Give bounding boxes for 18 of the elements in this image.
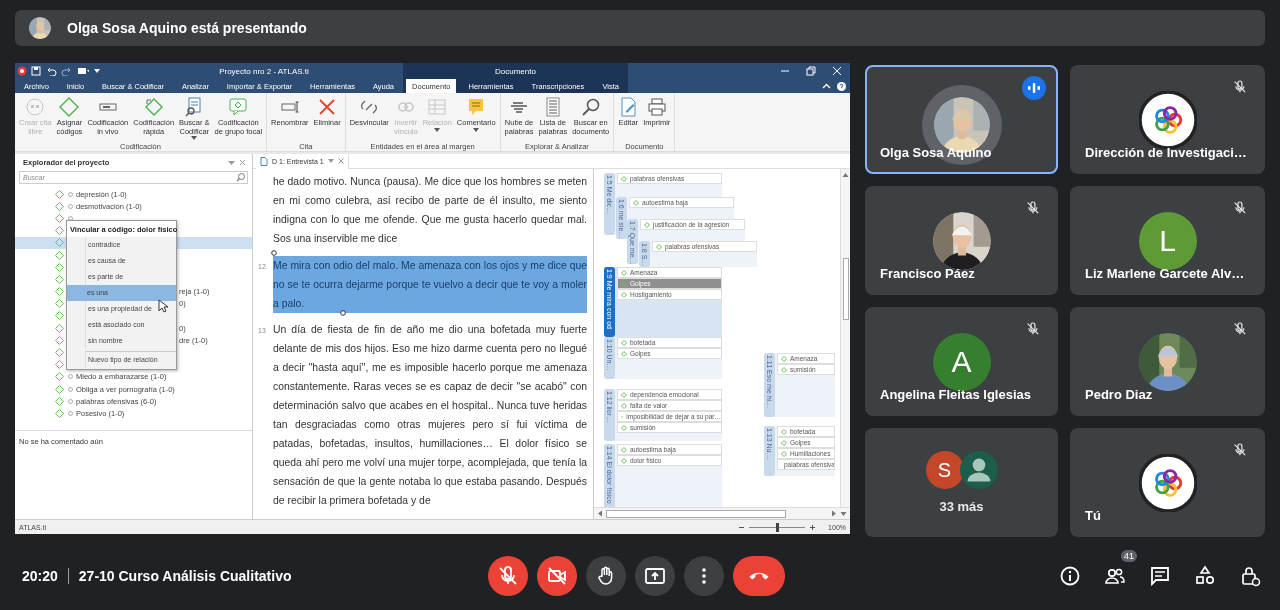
paragraph-text: Un día de fiesta de fin de año me dio una bofetada muy fuerte delante de mis dos hijos. Eso me hizo darme cuenta pero no llegué a decir "hasta aquí", me es imposible hacerlo porque me amenaza constantemente. Raras veces se es capaz de decir "se acabó" con determinación salvo que acabes en el hospital.. Nunca tuve heridas tan desgraciadas como otras mujeres pero sí fui víctima de patadas, bofetadas, insultos, humillaciones… El dolor físico se queda ahí pero me volví una mujer torpe, acomplejada, que tenía la sensación de que la gente notaba lo que estaba pasando. Después de recibir la primera bofetada y de [273, 323, 587, 508]
meeting-time: 20:20 [22, 567, 58, 584]
more-participants-count: 33 más [939, 499, 984, 514]
participant-name: Tú [1085, 508, 1101, 523]
meeting-title: 27-10 Curso Análisis Cualitativo [78, 567, 292, 584]
presenter-status-text: Olga Sosa Aquino está presentando [67, 20, 307, 36]
avatar-initial: A [932, 332, 991, 391]
count-badge: 41 [1121, 549, 1137, 562]
avatar-initial: S [925, 451, 964, 489]
avatar-initial: L [1138, 211, 1197, 270]
context-tab-group-title: Documento [495, 66, 536, 76]
participant-name: Olga Sosa Aquino [880, 145, 992, 160]
window-title: Proyecto nro 2 - ATLAS.ti [219, 66, 309, 76]
participant-name: Francisco Páez [880, 266, 975, 281]
participant-name: Dirección de Investigaci… [1085, 145, 1247, 160]
selected-text: Me mira con odio del malo. Me amenaza con los ojos y me dice que no se te ocurra dejarme porque te vuelvo a decir que te voy a moler a palo. [273, 255, 587, 313]
participant-name: Pedro Diaz [1085, 387, 1153, 402]
paragraph-text: he dado motivo. Nunca (pausa). Me dice que los hombres se meten en mi como culebra, así recibo de parte de él insulto, me siento indigna con lo que me ofende. Que me gusta hacerlo quedar mal. Sos una inservible me dice [273, 175, 587, 246]
